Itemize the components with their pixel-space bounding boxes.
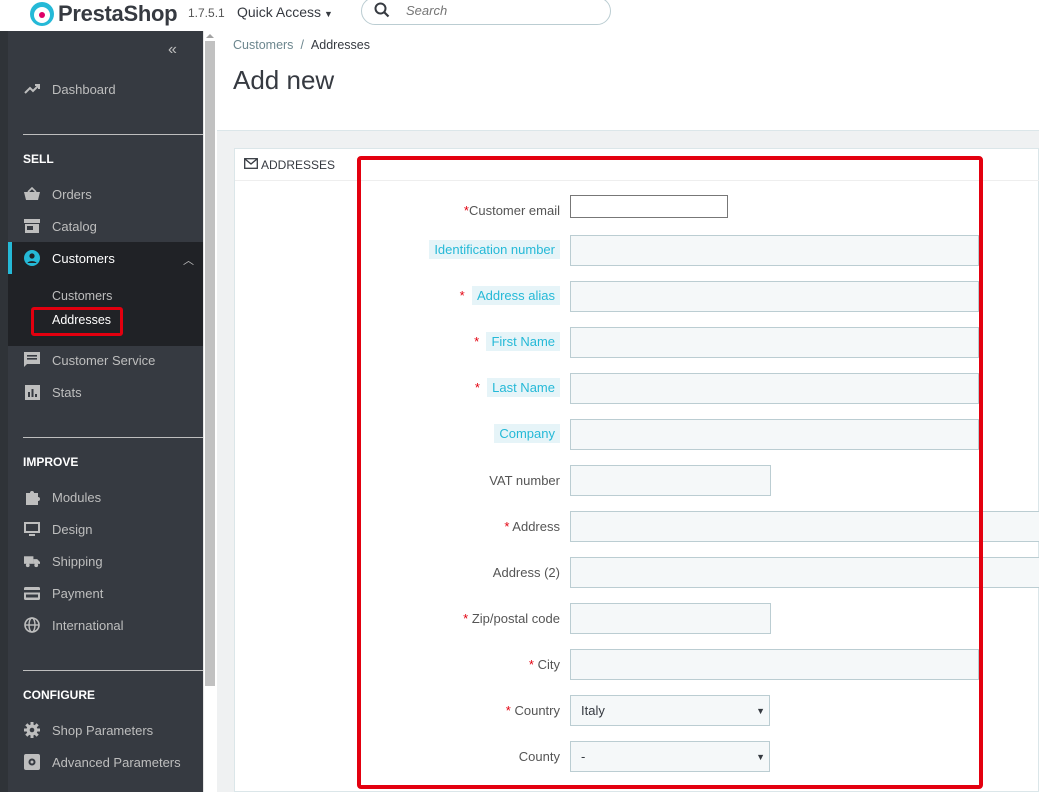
envelope-icon (244, 157, 258, 172)
panel-heading-label: ADDRESSES (261, 157, 336, 172)
scrollbar-thumb[interactable] (205, 41, 215, 686)
divider (23, 670, 203, 671)
credit-card-icon (24, 585, 40, 601)
chevron-up-icon: ︿ (183, 255, 194, 267)
caret-down-icon: ▼ (324, 9, 333, 19)
sidebar-item-label: Design (52, 521, 93, 537)
chat-icon (24, 352, 40, 368)
section-title-improve: IMPROVE (23, 455, 79, 469)
brand-name: PrestaShop (58, 1, 178, 26)
sidebar-item-label: Orders (52, 186, 92, 202)
breadcrumb-parent[interactable]: Customers (233, 38, 293, 52)
sidebar-item-label: International (52, 617, 124, 633)
search-icon (374, 2, 390, 23)
breadcrumb-current: Addresses (310, 38, 370, 52)
settings-box-icon (24, 754, 40, 770)
trending-up-icon (24, 81, 40, 97)
breadcrumb-separator: / (300, 38, 304, 52)
submenu-item-customers[interactable]: Customers (52, 289, 112, 303)
sidebar-item-stats[interactable]: Stats (8, 376, 203, 408)
sidebar-item-label: Advanced Parameters (52, 754, 181, 770)
sidebar-item-customer-service[interactable]: Customer Service (8, 344, 203, 376)
user-circle-icon (24, 250, 40, 266)
scroll-up-arrow-icon[interactable] (206, 34, 214, 38)
sidebar-item-customers[interactable]: Customers (8, 242, 203, 274)
addresses-highlight-box (31, 307, 123, 336)
collapse-sidebar-icon[interactable]: « (168, 41, 177, 59)
sidebar-item-shipping[interactable]: Shipping (8, 545, 203, 577)
search-box[interactable] (361, 0, 611, 25)
sidebar-item-modules[interactable]: Modules (8, 481, 203, 513)
sidebar-item-international[interactable]: International (8, 609, 203, 641)
basket-icon (24, 186, 40, 202)
page-title: Add new (233, 65, 335, 95)
version-label: 1.7.5.1 (188, 6, 225, 20)
divider (23, 134, 203, 135)
logo[interactable]: PrestaShop (30, 1, 178, 27)
sidebar-item-catalog[interactable]: Catalog (8, 210, 203, 242)
sidebar-item-advanced-parameters[interactable]: Advanced Parameters (8, 746, 203, 778)
quick-access-label: Quick Access (237, 4, 322, 20)
sidebar-item-label: Customer Service (52, 352, 156, 368)
sidebar-item-label: Shop Parameters (52, 722, 154, 738)
sidebar-item-label: Payment (52, 585, 104, 601)
sidebar-item-label: Shipping (52, 553, 103, 569)
page-header: Customers / Addresses Add new (217, 31, 1039, 131)
store-icon (24, 218, 40, 234)
prestashop-logo-icon (30, 2, 54, 26)
top-bar: PrestaShop 1.7.5.1 Quick Access ▼ (0, 0, 1039, 31)
edge-strip (0, 31, 8, 792)
truck-icon (24, 553, 40, 569)
sidebar-item-label: Customers (52, 250, 115, 266)
sidebar-item-label: Stats (52, 384, 82, 400)
sidebar-item-shop-parameters[interactable]: Shop Parameters (8, 714, 203, 746)
section-title-sell: SELL (23, 152, 54, 166)
sidebar-item-label: Dashboard (52, 81, 116, 97)
search-input[interactable] (406, 3, 596, 18)
form-highlight-box (357, 156, 983, 789)
gear-icon (24, 722, 40, 738)
sidebar-item-payment[interactable]: Payment (8, 577, 203, 609)
section-title-configure: CONFIGURE (23, 688, 95, 702)
sidebar-item-label: Catalog (52, 218, 97, 234)
divider (23, 437, 203, 438)
globe-icon (24, 617, 40, 633)
quick-access-dropdown[interactable]: Quick Access ▼ (237, 4, 333, 20)
sidebar-item-dashboard[interactable]: Dashboard (8, 73, 203, 105)
puzzle-icon (24, 489, 40, 505)
sidebar: « Dashboard SELL Orders Catalog Customer… (8, 31, 203, 792)
sidebar-item-design[interactable]: Design (8, 513, 203, 545)
sidebar-item-orders[interactable]: Orders (8, 178, 203, 210)
sidebar-item-label: Modules (52, 489, 102, 505)
monitor-icon (24, 521, 40, 537)
breadcrumb: Customers / Addresses (233, 38, 370, 52)
bar-chart-icon (24, 384, 40, 400)
